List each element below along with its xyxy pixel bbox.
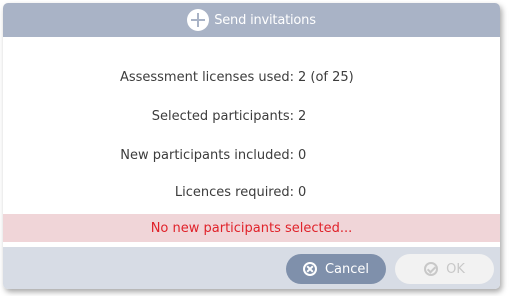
- warning-text: No new participants selected...: [150, 220, 353, 236]
- ok-button-label: OK: [446, 261, 465, 277]
- stat-row-licenses-used: Assessment licenses used: 2 (of 25): [3, 70, 500, 90]
- warning-banner: No new participants selected...: [3, 214, 500, 242]
- check-circle-icon: [424, 262, 439, 276]
- stat-value: 0: [298, 185, 307, 200]
- stat-label: Assessment licenses used:: [119, 70, 294, 85]
- cancel-circle-icon: [302, 262, 317, 276]
- title-group: Send invitations: [187, 9, 316, 31]
- dialog-footer: Cancel OK: [3, 247, 500, 289]
- stat-row-new-participants: New participants included: 0: [3, 148, 500, 168]
- stat-label: New participants included:: [120, 148, 294, 163]
- stat-label: Licences required:: [174, 185, 294, 200]
- dialog-titlebar: Send invitations: [3, 3, 500, 37]
- stat-value: 2 (of 25): [298, 70, 354, 85]
- stat-label: Selected participants:: [151, 109, 294, 124]
- dialog-title: Send invitations: [214, 12, 316, 28]
- stat-value: 2: [298, 109, 307, 124]
- cancel-button[interactable]: Cancel: [286, 254, 386, 284]
- cancel-button-label: Cancel: [324, 261, 370, 277]
- stat-row-licences-required: Licences required: 0: [3, 185, 500, 205]
- plus-circle-icon: [187, 9, 210, 31]
- ok-button[interactable]: OK: [395, 254, 494, 284]
- send-invitations-dialog: Send invitations Assessment licenses use…: [3, 3, 500, 289]
- stat-value: 0: [298, 148, 307, 163]
- stat-row-selected-participants: Selected participants: 2: [3, 109, 500, 129]
